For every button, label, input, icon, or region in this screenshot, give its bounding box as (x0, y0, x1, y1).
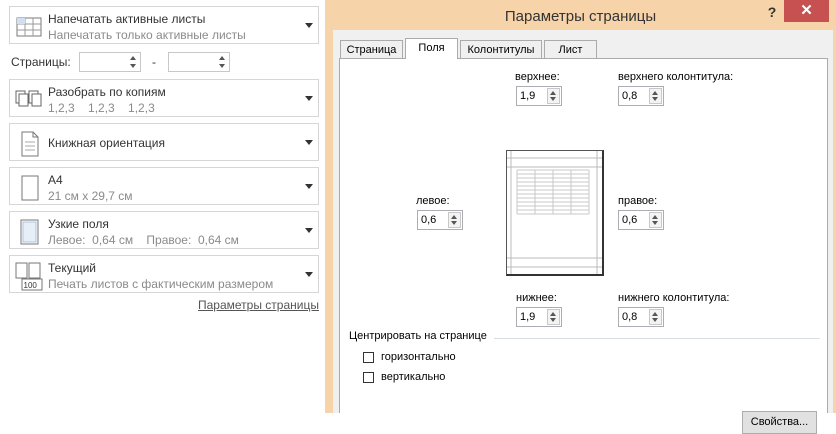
spinner-icon[interactable] (127, 53, 140, 71)
collate-dropdown[interactable]: Разобрать по копиям 1,2,3 1,2,3 1,2,3 (9, 79, 319, 117)
scaling-icon: 100 (15, 262, 43, 291)
collate-subtitle: 1,2,3 1,2,3 1,2,3 (48, 101, 155, 115)
footer-margin-label: нижнего колонтитула: (618, 292, 730, 304)
dropdown-arrow-icon (305, 184, 313, 189)
spinner-icon[interactable] (547, 309, 560, 325)
collate-icon (15, 90, 42, 107)
divider (494, 338, 820, 339)
orientation-title: Книжная ориентация (48, 136, 165, 150)
print-what-title: Напечатать активные листы (48, 12, 206, 26)
spinner-icon[interactable] (448, 212, 461, 228)
print-settings-panel: Напечатать активные листы Напечатать тол… (0, 0, 324, 413)
pages-label: Страницы: (11, 55, 71, 69)
vertical-label[interactable]: вертикально (381, 371, 445, 383)
margins-panel: верхнее: 1,9 верхнего колонтитула: 0,8 л… (339, 58, 828, 434)
sheet-grid-icon (16, 17, 42, 37)
horizontal-checkbox[interactable] (363, 352, 374, 363)
horizontal-label[interactable]: горизонтально (381, 351, 456, 363)
left-margin-value: 0,6 (421, 214, 437, 226)
scaling-dropdown[interactable]: 100 Текущий Печать листов с фактическим … (9, 255, 319, 293)
page-preview-image (507, 151, 602, 274)
right-margin-input[interactable]: 0,6 (618, 210, 664, 230)
dropdown-arrow-icon (305, 140, 313, 145)
center-on-page-label: Центрировать на странице (349, 330, 487, 342)
dropdown-arrow-icon (305, 228, 313, 233)
scaling-icon-text: 100 (24, 281, 38, 290)
pages-from-input[interactable] (79, 52, 141, 72)
orientation-dropdown[interactable]: Книжная ориентация (9, 123, 319, 161)
footer-margin-value: 0,8 (622, 311, 638, 323)
dropdown-arrow-icon (305, 23, 313, 28)
spinner-icon[interactable] (649, 88, 662, 104)
bottom-margin-value: 1,9 (520, 311, 536, 323)
top-margin-input[interactable]: 1,9 (516, 86, 562, 106)
spinner-icon[interactable] (649, 309, 662, 325)
spinner-icon[interactable] (216, 53, 229, 71)
scaling-subtitle: Печать листов с фактическим размером (48, 277, 274, 291)
right-margin-value: 0,6 (622, 214, 638, 226)
portrait-page-icon (21, 131, 39, 157)
footer-margin-input[interactable]: 0,8 (618, 307, 664, 327)
help-button[interactable]: ? (765, 4, 779, 20)
scaling-title: Текущий (48, 261, 96, 275)
paper-size-icon (21, 175, 39, 201)
pages-range: Страницы: - (11, 52, 311, 72)
print-what-subtitle: Напечатать только активные листы (48, 28, 246, 42)
paper-size-title: А4 (48, 173, 63, 187)
print-what-dropdown[interactable]: Напечатать активные листы Напечатать тол… (9, 6, 319, 44)
margins-title: Узкие поля (48, 217, 109, 231)
dialog-title: Параметры страницы (504, 8, 657, 25)
bottom-margin-input[interactable]: 1,9 (516, 307, 562, 327)
tab-header-footer[interactable]: Колонтитулы (460, 40, 542, 58)
header-margin-value: 0,8 (622, 90, 638, 102)
left-margin-label: левое: (416, 195, 450, 207)
header-margin-label: верхнего колонтитула: (618, 71, 734, 83)
pages-dash: - (152, 55, 156, 69)
tab-page[interactable]: Страница (340, 40, 403, 58)
spinner-icon[interactable] (649, 212, 662, 228)
page-setup-dialog: Параметры страницы ? ✕ Страница Поля Кол… (325, 0, 836, 434)
properties-button[interactable]: Свойства... (742, 411, 817, 434)
collate-title: Разобрать по копиям (48, 85, 166, 99)
page-preview (506, 150, 604, 276)
dropdown-arrow-icon (305, 96, 313, 101)
paper-size-dropdown[interactable]: А4 21 см x 29,7 см (9, 167, 319, 205)
vertical-checkbox[interactable] (363, 372, 374, 383)
header-margin-input[interactable]: 0,8 (618, 86, 664, 106)
right-margin-label: правое: (618, 195, 658, 207)
pages-to-input[interactable] (168, 52, 230, 72)
margins-icon (20, 219, 39, 245)
dropdown-arrow-icon (305, 272, 313, 277)
tab-sheet[interactable]: Лист (544, 40, 597, 58)
dialog-body: Страница Поля Колонтитулы Лист верхнее: … (333, 30, 833, 434)
tab-margins[interactable]: Поля (405, 38, 458, 59)
spinner-icon[interactable] (547, 88, 560, 104)
page-setup-link[interactable]: Параметры страницы (198, 298, 319, 312)
top-margin-label: верхнее: (515, 71, 560, 83)
close-button[interactable]: ✕ (784, 0, 829, 22)
bottom-margin-label: нижнее: (516, 292, 557, 304)
left-margin-input[interactable]: 0,6 (417, 210, 463, 230)
paper-size-subtitle: 21 см x 29,7 см (48, 189, 133, 203)
margins-dropdown[interactable]: Узкие поля Левое: 0,64 см Правое: 0,64 с… (9, 211, 319, 249)
top-margin-value: 1,9 (520, 90, 536, 102)
margins-subtitle: Левое: 0,64 см Правое: 0,64 см (48, 233, 239, 247)
